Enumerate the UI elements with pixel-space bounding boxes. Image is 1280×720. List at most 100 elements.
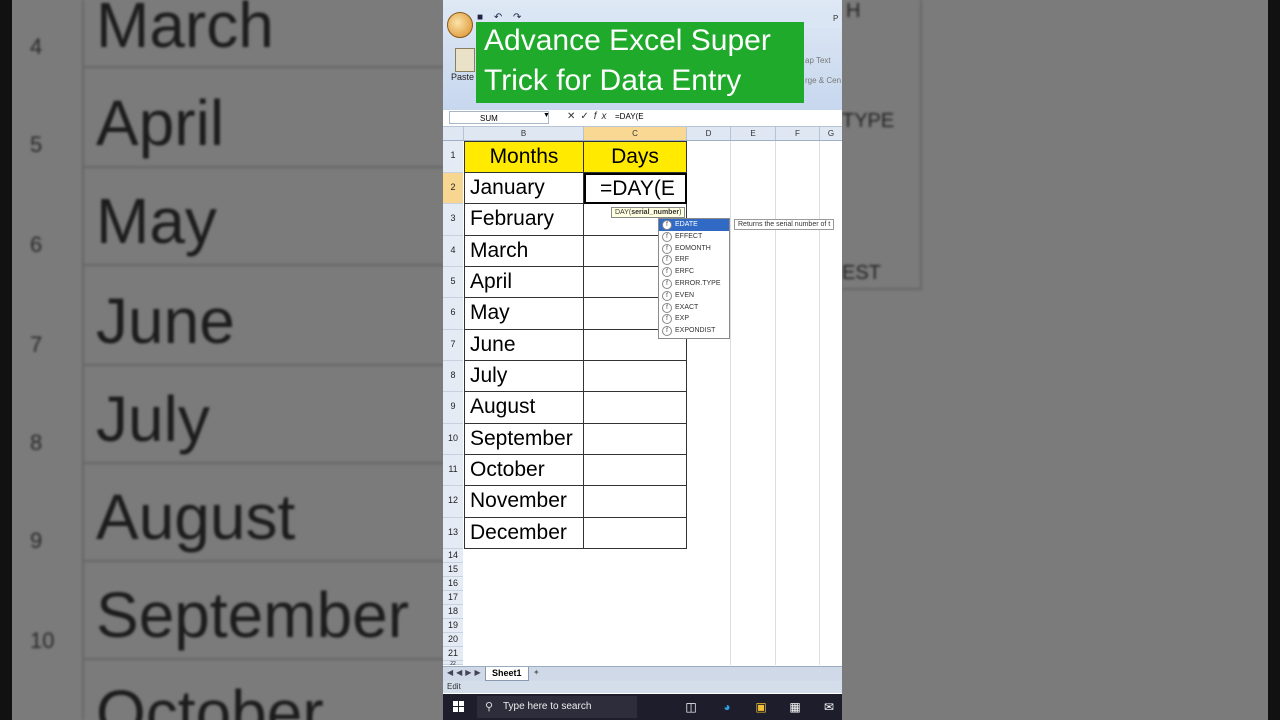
- autocomplete-item[interactable]: f EXP: [659, 313, 729, 325]
- column-header-f[interactable]: F: [776, 127, 820, 140]
- sheet-nav-arrows[interactable]: ◀◀▶▶: [447, 668, 484, 677]
- month-cell[interactable]: October: [464, 455, 584, 486]
- background-month-text: September: [96, 579, 410, 651]
- background-row-number: 6: [30, 232, 43, 257]
- autocomplete-item[interactable]: f EVEN: [659, 290, 729, 302]
- row-number[interactable]: 20: [443, 633, 463, 647]
- month-cell[interactable]: July: [464, 361, 584, 392]
- days-cell[interactable]: [584, 518, 687, 549]
- row-number[interactable]: 14: [443, 549, 463, 563]
- taskbar-search-box[interactable]: ⚲ Type here to search: [477, 696, 637, 718]
- month-cell[interactable]: March: [464, 236, 584, 267]
- autocomplete-item[interactable]: f ERROR.TYPE: [659, 278, 729, 290]
- days-cell[interactable]: [584, 486, 687, 518]
- row-number[interactable]: 4: [443, 236, 463, 267]
- row-number[interactable]: 21: [443, 647, 463, 661]
- ribbon: ■ ↶ ↷ Paste ap Text rge & Cen P Advance …: [443, 0, 842, 110]
- background-month-text: August: [96, 481, 296, 553]
- background-gridline: [82, 560, 443, 562]
- row-number[interactable]: 3: [443, 204, 463, 236]
- store-icon[interactable]: ▦: [787, 699, 803, 715]
- formula-input[interactable]: =DAY(E: [615, 112, 644, 121]
- row-number[interactable]: 19: [443, 619, 463, 633]
- task-view-icon[interactable]: ◫: [683, 699, 699, 715]
- month-cell[interactable]: May: [464, 298, 584, 330]
- autocomplete-item[interactable]: f ERFC: [659, 266, 729, 278]
- month-cell[interactable]: December: [464, 518, 584, 549]
- header-cell-months[interactable]: Months: [464, 141, 584, 173]
- merge-center-button[interactable]: rge & Cen: [805, 76, 841, 85]
- row-number[interactable]: 10: [443, 424, 463, 455]
- name-box[interactable]: SUM: [449, 111, 549, 124]
- month-cell[interactable]: February: [464, 204, 584, 236]
- month-cell[interactable]: September: [464, 424, 584, 455]
- column-header-e[interactable]: E: [731, 127, 776, 140]
- autocomplete-item[interactable]: f EDATE: [659, 219, 729, 231]
- background-gridline: [82, 166, 443, 168]
- row-number[interactable]: 17: [443, 591, 463, 605]
- tooltip-argument[interactable]: serial_number: [631, 209, 679, 216]
- autocomplete-item[interactable]: f EFFECT: [659, 231, 729, 243]
- row-number[interactable]: 6: [443, 298, 463, 330]
- function-autocomplete-list: f EDATE f EFFECT f EOMONTH f ERF f ERFC f ERRO…: [658, 218, 730, 339]
- row-number[interactable]: 12: [443, 486, 463, 518]
- row-number[interactable]: 5: [443, 267, 463, 298]
- background-text: H: [846, 0, 861, 22]
- row-number[interactable]: 18: [443, 605, 463, 619]
- month-cell[interactable]: August: [464, 392, 584, 424]
- column-header-d[interactable]: D: [687, 127, 731, 140]
- sheet-tab[interactable]: Sheet1: [485, 667, 529, 681]
- column-header-b[interactable]: B: [464, 127, 584, 140]
- background-gridline: [920, 0, 922, 290]
- autocomplete-item[interactable]: f EXPONDIST: [659, 325, 729, 337]
- autocomplete-item[interactable]: f EOMONTH: [659, 243, 729, 255]
- row-number[interactable]: 22: [443, 661, 463, 667]
- row-number[interactable]: 1: [443, 141, 463, 173]
- paste-label[interactable]: Paste: [451, 72, 474, 82]
- header-cell-days[interactable]: Days: [584, 141, 687, 173]
- month-cell[interactable]: November: [464, 486, 584, 518]
- month-cell[interactable]: April: [464, 267, 584, 298]
- autocomplete-item-label: EXPONDIST: [675, 327, 716, 335]
- days-cell[interactable]: [584, 361, 687, 392]
- row-number[interactable]: 11: [443, 455, 463, 486]
- row-number[interactable]: 8: [443, 361, 463, 392]
- paste-icon[interactable]: [455, 48, 475, 72]
- background-edge: [1268, 0, 1280, 720]
- office-button[interactable]: [447, 12, 473, 38]
- chevron-down-icon[interactable]: ▼: [543, 112, 550, 119]
- background-month-text: April: [96, 87, 225, 159]
- add-sheet-icon[interactable]: ✦: [533, 668, 540, 677]
- row-number[interactable]: 2: [443, 173, 463, 204]
- function-icon: f: [662, 302, 672, 313]
- row-number[interactable]: 9: [443, 392, 463, 424]
- month-cell[interactable]: January: [464, 173, 584, 204]
- background-row-number: 7: [30, 332, 43, 357]
- function-icon: f: [662, 290, 672, 301]
- month-cell[interactable]: June: [464, 330, 584, 361]
- days-cell[interactable]: [584, 392, 687, 424]
- row-number[interactable]: 7: [443, 330, 463, 361]
- video-title-banner: Advance Excel Super Trick for Data Entry: [476, 22, 804, 103]
- autocomplete-item-label: EVEN: [675, 291, 695, 299]
- autocomplete-item[interactable]: f EXACT: [659, 302, 729, 314]
- autocomplete-item[interactable]: f ERF: [659, 254, 729, 266]
- background-row-number: 9: [30, 528, 43, 553]
- windows-start-icon[interactable]: [453, 701, 465, 713]
- ribbon-letter: P: [833, 14, 839, 23]
- formula-bar-buttons[interactable]: ✕✓fx: [567, 111, 612, 122]
- file-explorer-icon[interactable]: ▣: [753, 699, 769, 715]
- row-number[interactable]: 16: [443, 577, 463, 591]
- column-header-g[interactable]: G: [820, 127, 842, 140]
- wrap-text-button[interactable]: ap Text: [805, 56, 831, 65]
- edge-browser-icon[interactable]: ◕: [719, 699, 735, 715]
- row-number[interactable]: 15: [443, 563, 463, 577]
- mail-icon[interactable]: ✉: [821, 699, 837, 715]
- days-cell[interactable]: [584, 424, 687, 455]
- select-all-corner[interactable]: [443, 127, 464, 140]
- row-number[interactable]: 13: [443, 518, 463, 549]
- active-cell-editor[interactable]: =DAY(E: [584, 173, 687, 204]
- formula-bar: SUM ▼ ✕✓fx =DAY(E: [443, 110, 842, 127]
- days-cell[interactable]: [584, 455, 687, 486]
- column-header-c[interactable]: C: [584, 127, 687, 140]
